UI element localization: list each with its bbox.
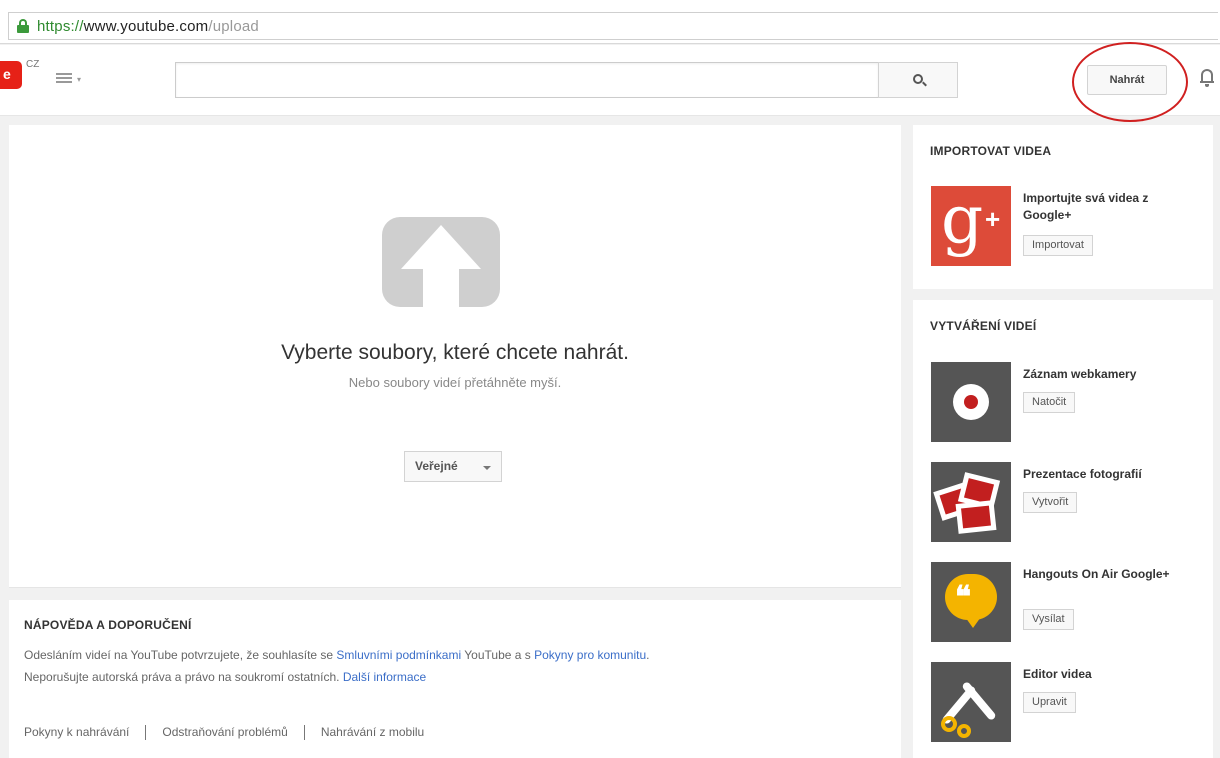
import-gplus-item: g + Importujte svá videa z Google+ Import… <box>931 186 1201 266</box>
mobile-upload-link[interactable]: Nahrávání z mobilu <box>321 725 424 739</box>
chevron-down-icon <box>483 466 491 470</box>
create-slideshow-button[interactable]: Vytvořit <box>1023 492 1078 513</box>
create-videos-card: VYTVÁŘENÍ VIDEÍ Záznam webkamery Natočit… <box>913 300 1213 758</box>
help-section: NÁPOVĚDA A DOPORUČENÍ Odesláním videí na… <box>9 600 901 758</box>
bell-icon[interactable] <box>1200 67 1214 87</box>
search-input[interactable] <box>175 62 878 98</box>
divider <box>303 725 305 741</box>
community-guidelines-link[interactable]: Pokyny pro komunitu <box>534 648 646 662</box>
help-title: NÁPOVĚDA A DOPORUČENÍ <box>24 618 192 632</box>
edit-button[interactable]: Upravit <box>1023 692 1076 713</box>
import-button[interactable]: Importovat <box>1023 235 1093 256</box>
divider <box>145 725 147 741</box>
record-button[interactable]: Natočit <box>1023 392 1076 413</box>
search-button[interactable] <box>878 62 958 98</box>
browser-address-bar: https://www.youtube.com/upload <box>0 0 1220 44</box>
upload-button[interactable]: Nahrát <box>1087 65 1167 95</box>
more-info-link[interactable]: Další informace <box>343 670 426 684</box>
menu-caret-icon[interactable]: ▾ <box>77 75 81 84</box>
create-item-label: Záznam webkamery <box>1023 367 1137 381</box>
create-item-label: Editor videa <box>1023 667 1092 681</box>
terms-link[interactable]: Smluvními podmínkami <box>336 648 461 662</box>
privacy-dropdown[interactable]: Veřejné <box>404 451 502 482</box>
upload-guidelines-link[interactable]: Pokyny k nahrávání <box>24 725 129 739</box>
import-label: Importujte svá videa z Google+ <box>1023 191 1149 222</box>
youtube-logo[interactable]: e <box>0 61 22 89</box>
upload-title[interactable]: Vyberte soubory, které chcete nahrát. <box>9 341 901 365</box>
upload-dropzone[interactable]: Vyberte soubory, které chcete nahrát. Ne… <box>9 125 901 588</box>
upload-arrow-icon[interactable] <box>382 217 500 307</box>
menu-icon[interactable] <box>56 73 72 83</box>
create-item-label: Prezentace fotografií <box>1023 467 1142 481</box>
lock-icon <box>17 19 29 33</box>
youtube-header: e CZ ▾ Nahrát <box>0 45 1220 116</box>
import-title: IMPORTOVAT VIDEA <box>930 144 1052 158</box>
create-title: VYTVÁŘENÍ VIDEÍ <box>930 319 1037 333</box>
import-videos-card: IMPORTOVAT VIDEA g + Importujte svá videa… <box>913 125 1213 289</box>
create-item-webcam: Záznam webkamery Natočit <box>931 362 1201 442</box>
webcam-icon <box>931 362 1011 442</box>
upload-subtitle: Nebo soubory videí přetáhněte myší. <box>348 375 562 390</box>
scissors-icon <box>931 662 1011 742</box>
broadcast-button[interactable]: Vysílat <box>1023 609 1074 630</box>
troubleshooting-link[interactable]: Odstraňování problémů <box>162 725 287 739</box>
help-text: Odesláním videí na YouTube potvrzujete, … <box>24 648 650 684</box>
help-links: Pokyny k nahrávání Odstraňování problémů N… <box>24 725 424 741</box>
hangouts-icon: ❝ <box>931 562 1011 642</box>
create-item-photos: Prezentace fotografií Vytvořit <box>931 462 1201 542</box>
url-field[interactable]: https://www.youtube.com/upload <box>8 12 1218 40</box>
privacy-label: Veřejné <box>415 459 458 473</box>
create-item-label: Hangouts On Air Google+ <box>1023 567 1170 581</box>
create-item-hangouts: ❝ Hangouts On Air Google+ Vysílat <box>931 562 1201 642</box>
google-plus-icon: g + <box>931 186 1011 266</box>
create-item-editor: Editor videa Upravit <box>931 662 1201 742</box>
photos-icon <box>931 462 1011 542</box>
url-text: https://www.youtube.com/upload <box>37 18 259 35</box>
country-code: CZ <box>26 59 40 70</box>
